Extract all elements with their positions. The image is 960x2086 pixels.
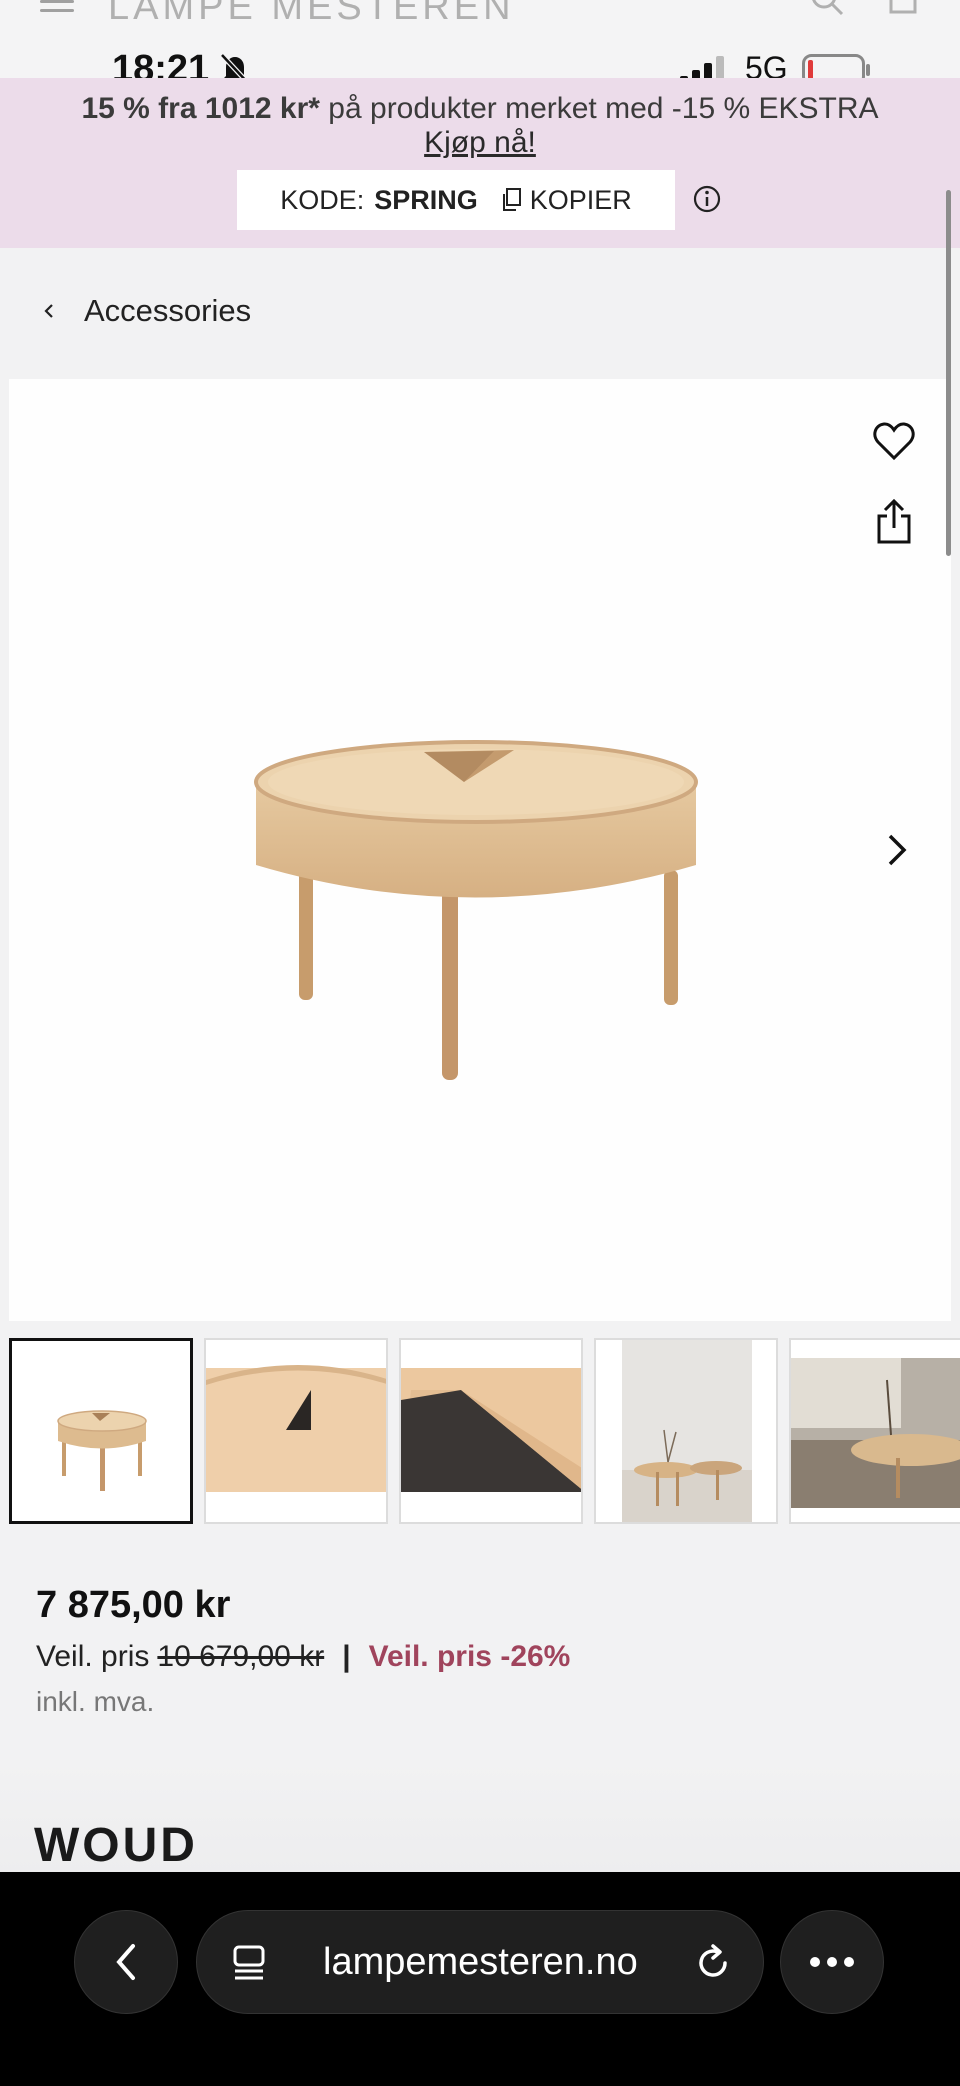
site-logo[interactable]: LAMPE MESTEREN [108, 0, 515, 29]
url-text: lampemesteren.no [323, 1941, 638, 1983]
price-separator: | [342, 1640, 351, 1673]
hamburger-icon[interactable] [40, 0, 74, 14]
thumbnail-table-image [57, 1410, 147, 1491]
more-icon [810, 1957, 854, 1967]
promo-highlight: 15 % fra 1012 kr* [81, 92, 320, 125]
info-icon[interactable] [692, 184, 722, 214]
chevron-right-icon[interactable] [882, 830, 912, 870]
reload-icon[interactable] [693, 1943, 733, 1983]
code-label: KODE: [280, 184, 365, 215]
reference-price: 10 679,00 kr [157, 1640, 325, 1673]
thumbnail-1[interactable] [9, 1338, 193, 1524]
promo-banner: 15 % fra 1012 kr* på produkter merket me… [0, 78, 960, 248]
chevron-left-icon [116, 1944, 135, 1980]
thumbnail-lifestyle-image [791, 1358, 960, 1508]
thumbnail-strip [9, 1338, 960, 1524]
product-price: 7 875,00 kr [36, 1584, 231, 1626]
tabs-icon [233, 1945, 265, 1980]
promo-rest: på produkter merket med -15 % EKSTRA [319, 92, 879, 125]
breadcrumb-label: Accessories [84, 293, 252, 328]
browser-back-button[interactable] [74, 1910, 178, 2014]
thumbnail-detail-image [206, 1365, 386, 1492]
vat-note: inkl. mva. [36, 1686, 155, 1717]
address-bar[interactable]: lampemesteren.no [196, 1910, 764, 2014]
thumbnail-2[interactable] [204, 1338, 388, 1524]
copy-label: KOPIER [529, 184, 632, 215]
reference-price-row: Veil. pris 10 679,00 kr | Veil. pris -26… [36, 1640, 570, 1674]
breadcrumb[interactable]: Accessories [40, 286, 251, 336]
brand-logo[interactable]: WOUD [34, 1818, 198, 1872]
discount-badge: Veil. pris -26% [368, 1640, 571, 1673]
search-icon[interactable] [808, 0, 848, 22]
code-value: SPRING [374, 184, 478, 215]
thumbnail-5[interactable] [789, 1338, 960, 1524]
thumbnail-room-image [622, 1340, 752, 1522]
share-icon[interactable] [874, 498, 914, 544]
thumbnail-detail-image [401, 1368, 581, 1492]
copy-code-button[interactable]: KOPIER [502, 185, 632, 216]
promo-buy-link[interactable]: Kjøp nå! [0, 126, 960, 160]
chevron-left-icon [44, 304, 53, 318]
page-scrollbar[interactable] [946, 190, 951, 556]
thumbnail-3[interactable] [399, 1338, 583, 1524]
product-photo-table [254, 740, 698, 1080]
reference-label: Veil. pris [36, 1640, 150, 1673]
browser-toolbar: lampemesteren.no [0, 1872, 960, 2086]
copy-icon [502, 188, 521, 211]
thumbnail-4[interactable] [594, 1338, 778, 1524]
heart-icon[interactable] [872, 420, 916, 462]
browser-more-button[interactable] [780, 1910, 884, 2014]
promo-text: 15 % fra 1012 kr* på produkter merket me… [0, 92, 960, 126]
promo-code-box: KODE: SPRING KOPIER [237, 170, 675, 230]
bag-icon[interactable] [888, 0, 918, 20]
